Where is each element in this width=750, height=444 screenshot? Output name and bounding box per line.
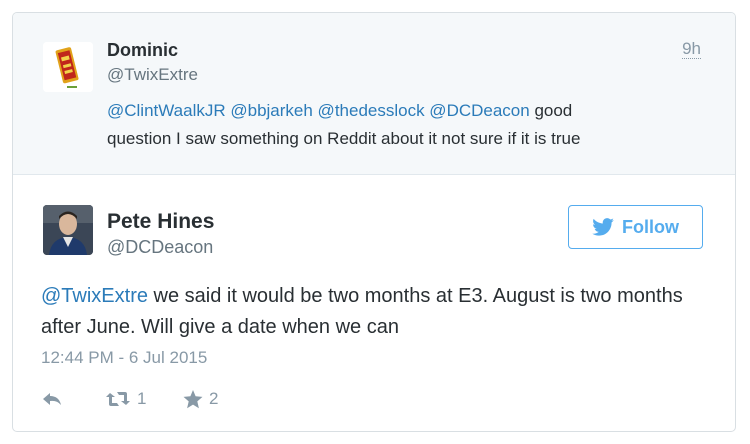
parent-tweet-text-line1: good (529, 101, 573, 120)
favorite-button[interactable]: 2 (183, 389, 218, 409)
parent-tweet-text: @ClintWaalkJR @bbjarkeh @thedesslock @DC… (107, 97, 707, 153)
retweet-button[interactable]: 1 (105, 389, 183, 409)
parent-tweet: Dominic @TwixExtre 9h @ClintWaalkJR @bbj… (13, 13, 735, 175)
tweet-actions: 1 2 (41, 387, 218, 411)
tweet-embed-card: Dominic @TwixExtre 9h @ClintWaalkJR @bbj… (12, 12, 736, 432)
parent-tweet-mentions[interactable]: @ClintWaalkJR @bbjarkeh @thedesslock @DC… (107, 101, 530, 120)
parent-tweet-time[interactable]: 9h (682, 40, 701, 59)
parent-author-avatar[interactable] (43, 42, 93, 92)
main-author-name[interactable]: Pete Hines (107, 210, 214, 234)
twitter-bird-icon (592, 218, 614, 236)
main-author-handle[interactable]: @DCDeacon (107, 237, 213, 258)
main-author-avatar[interactable] (43, 205, 93, 255)
star-icon (183, 389, 203, 408)
follow-button-label: Follow (622, 216, 679, 237)
parent-tweet-text-line2: question I saw something on Reddit about… (107, 129, 581, 148)
main-tweet-timestamp[interactable]: 12:44 PM - 6 Jul 2015 (41, 348, 207, 368)
person-avatar-icon (43, 205, 93, 255)
follow-button[interactable]: Follow (568, 205, 703, 249)
retweet-icon (106, 392, 130, 406)
main-tweet-mention[interactable]: @TwixExtre (41, 285, 148, 307)
parent-author-handle[interactable]: @TwixExtre (107, 65, 198, 85)
reply-button[interactable] (41, 390, 105, 408)
main-tweet-text: @TwixExtre we said it would be two month… (41, 281, 701, 343)
reply-icon (43, 393, 61, 405)
favorite-count: 2 (209, 389, 219, 408)
parent-author-name[interactable]: Dominic (107, 40, 178, 61)
retweet-count: 1 (137, 389, 147, 408)
twix-bar-avatar-icon (43, 42, 93, 92)
